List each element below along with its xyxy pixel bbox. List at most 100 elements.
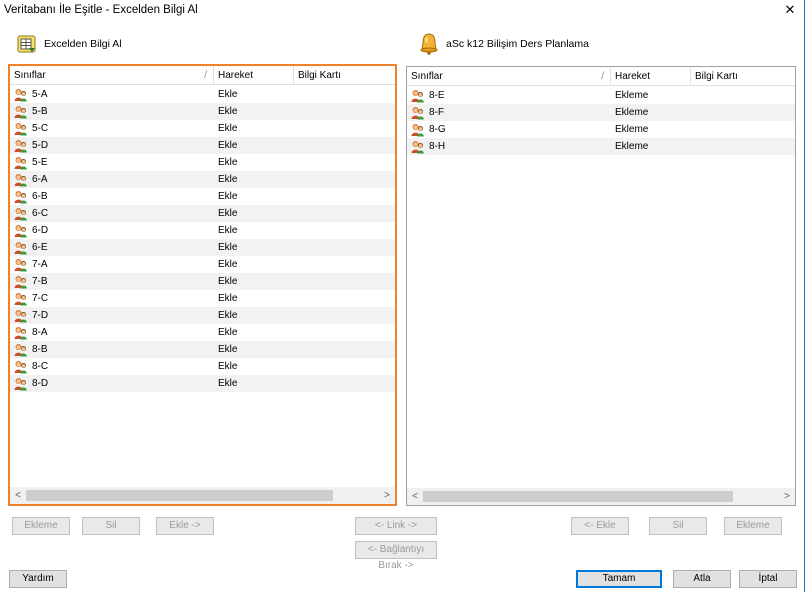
- horizontal-scrollbar[interactable]: < >: [407, 488, 795, 505]
- class-users-icon: [411, 140, 425, 154]
- class-cell: 6-B: [10, 190, 214, 204]
- action-cell: Ekleme: [615, 90, 649, 101]
- class-name: 5-B: [32, 106, 48, 117]
- scroll-track[interactable]: [26, 490, 379, 501]
- title-bar: Veritabanı İle Eşitle - Excelden Bilgi A…: [0, 0, 804, 22]
- scroll-thumb[interactable]: [423, 491, 733, 502]
- right-ekle-to-left-button[interactable]: <- Ekle: [571, 517, 629, 535]
- scroll-left-arrow[interactable]: <: [407, 488, 423, 505]
- class-name: 7-C: [32, 293, 49, 304]
- scroll-left-arrow[interactable]: <: [10, 487, 26, 504]
- list-item[interactable]: 8-H Ekleme: [407, 138, 795, 155]
- list-item[interactable]: 8-B Ekle: [10, 341, 395, 358]
- class-users-icon: [14, 258, 28, 272]
- class-users-icon: [14, 241, 28, 255]
- class-users-icon: [14, 139, 28, 153]
- class-cell: 7-B: [10, 275, 214, 289]
- column-header-action[interactable]: Hareket: [611, 67, 691, 86]
- list-item[interactable]: 5-B Ekle: [10, 103, 395, 120]
- window-title: Veritabanı İle Eşitle - Excelden Bilgi A…: [4, 4, 198, 16]
- list-item[interactable]: 7-C Ekle: [10, 290, 395, 307]
- column-header-classes[interactable]: Sınıflar /: [10, 66, 214, 85]
- list-item[interactable]: 6-E Ekle: [10, 239, 395, 256]
- class-cell: 8-A: [10, 326, 214, 340]
- list-item[interactable]: 8-G Ekleme: [407, 121, 795, 138]
- scroll-right-arrow[interactable]: >: [379, 487, 395, 504]
- right-sil-button[interactable]: Sil: [649, 517, 707, 535]
- class-cell: 6-E: [10, 241, 214, 255]
- column-header-info-card[interactable]: Bilgi Kartı: [294, 66, 395, 85]
- class-cell: 8-B: [10, 343, 214, 357]
- class-users-icon: [14, 377, 28, 391]
- column-header-info-card[interactable]: Bilgi Kartı: [691, 67, 795, 86]
- list-item[interactable]: 8-E Ekleme: [407, 87, 795, 104]
- class-users-icon: [411, 89, 425, 103]
- list-item[interactable]: 8-A Ekle: [10, 324, 395, 341]
- ok-button[interactable]: Tamam: [576, 570, 662, 588]
- action-cell: Ekle: [218, 310, 238, 321]
- asc-classes-list[interactable]: Sınıflar / Hareket Bilgi Kartı 8-E Ekleme…: [406, 66, 796, 506]
- horizontal-scrollbar[interactable]: < >: [10, 487, 395, 504]
- class-name: 8-G: [429, 124, 446, 135]
- class-users-icon: [14, 105, 28, 119]
- list-item[interactable]: 8-D Ekle: [10, 375, 395, 392]
- help-button[interactable]: Yardım: [9, 570, 67, 588]
- action-cell: Ekleme: [615, 107, 649, 118]
- class-cell: 7-C: [10, 292, 214, 306]
- excel-classes-list[interactable]: Sınıflar / Hareket Bilgi Kartı 5-A Ekle 5-…: [8, 64, 397, 506]
- list-body: 8-E Ekleme 8-F Ekleme 8-G Ekleme 8-H Ekleme: [407, 87, 795, 488]
- list-item[interactable]: 5-A Ekle: [10, 86, 395, 103]
- column-header-action[interactable]: Hareket: [214, 66, 294, 85]
- class-users-icon: [14, 275, 28, 289]
- list-item[interactable]: 8-C Ekle: [10, 358, 395, 375]
- list-item[interactable]: 7-A Ekle: [10, 256, 395, 273]
- class-users-icon: [14, 309, 28, 323]
- action-cell: Ekle: [218, 378, 238, 389]
- close-button[interactable]: ✕: [776, 0, 804, 20]
- action-cell: Ekleme: [615, 141, 649, 152]
- left-ekle-to-right-button[interactable]: Ekle ->: [156, 517, 214, 535]
- action-cell: Ekle: [218, 344, 238, 355]
- left-section-header: Excelden Bilgi Al: [16, 32, 122, 56]
- list-item[interactable]: 5-D Ekle: [10, 137, 395, 154]
- class-cell: 5-A: [10, 88, 214, 102]
- list-item[interactable]: 6-C Ekle: [10, 205, 395, 222]
- action-cell: Ekle: [218, 157, 238, 168]
- list-item[interactable]: 7-B Ekle: [10, 273, 395, 290]
- action-cell: Ekle: [218, 361, 238, 372]
- list-item[interactable]: 5-C Ekle: [10, 120, 395, 137]
- class-name: 5-A: [32, 89, 48, 100]
- action-cell: Ekle: [218, 259, 238, 270]
- unlink-button[interactable]: <- Bağlantıyı Bırak ->: [355, 541, 437, 571]
- list-item[interactable]: 6-B Ekle: [10, 188, 395, 205]
- left-ekleme-button[interactable]: Ekleme: [12, 517, 70, 535]
- class-users-icon: [14, 360, 28, 374]
- column-header-classes[interactable]: Sınıflar /: [407, 67, 611, 86]
- class-name: 5-D: [32, 140, 49, 151]
- list-item[interactable]: 6-A Ekle: [10, 171, 395, 188]
- class-name: 8-F: [429, 107, 444, 118]
- list-item[interactable]: 5-E Ekle: [10, 154, 395, 171]
- class-cell: 6-D: [10, 224, 214, 238]
- scroll-thumb[interactable]: [26, 490, 334, 501]
- scroll-track[interactable]: [423, 491, 779, 502]
- class-name: 6-D: [32, 225, 49, 236]
- cancel-button[interactable]: İptal: [739, 570, 797, 588]
- class-cell: 8-D: [10, 377, 214, 391]
- list-item[interactable]: 8-F Ekleme: [407, 104, 795, 121]
- action-cell: Ekle: [218, 208, 238, 219]
- skip-button[interactable]: Atla: [673, 570, 731, 588]
- class-name: 8-A: [32, 327, 48, 338]
- list-item[interactable]: 6-D Ekle: [10, 222, 395, 239]
- list-item[interactable]: 7-D Ekle: [10, 307, 395, 324]
- scroll-right-arrow[interactable]: >: [779, 488, 795, 505]
- action-cell: Ekle: [218, 140, 238, 151]
- class-name: 5-E: [32, 157, 48, 168]
- link-button[interactable]: <- Link ->: [355, 517, 437, 535]
- right-ekleme-button[interactable]: Ekleme: [724, 517, 782, 535]
- list-body: 5-A Ekle 5-B Ekle 5-C Ekle 5-D Ekle 5-E Ekle 6-A Ek…: [10, 86, 395, 487]
- class-name: 8-B: [32, 344, 48, 355]
- left-sil-button[interactable]: Sil: [82, 517, 140, 535]
- action-cell: Ekle: [218, 327, 238, 338]
- action-cell: Ekle: [218, 123, 238, 134]
